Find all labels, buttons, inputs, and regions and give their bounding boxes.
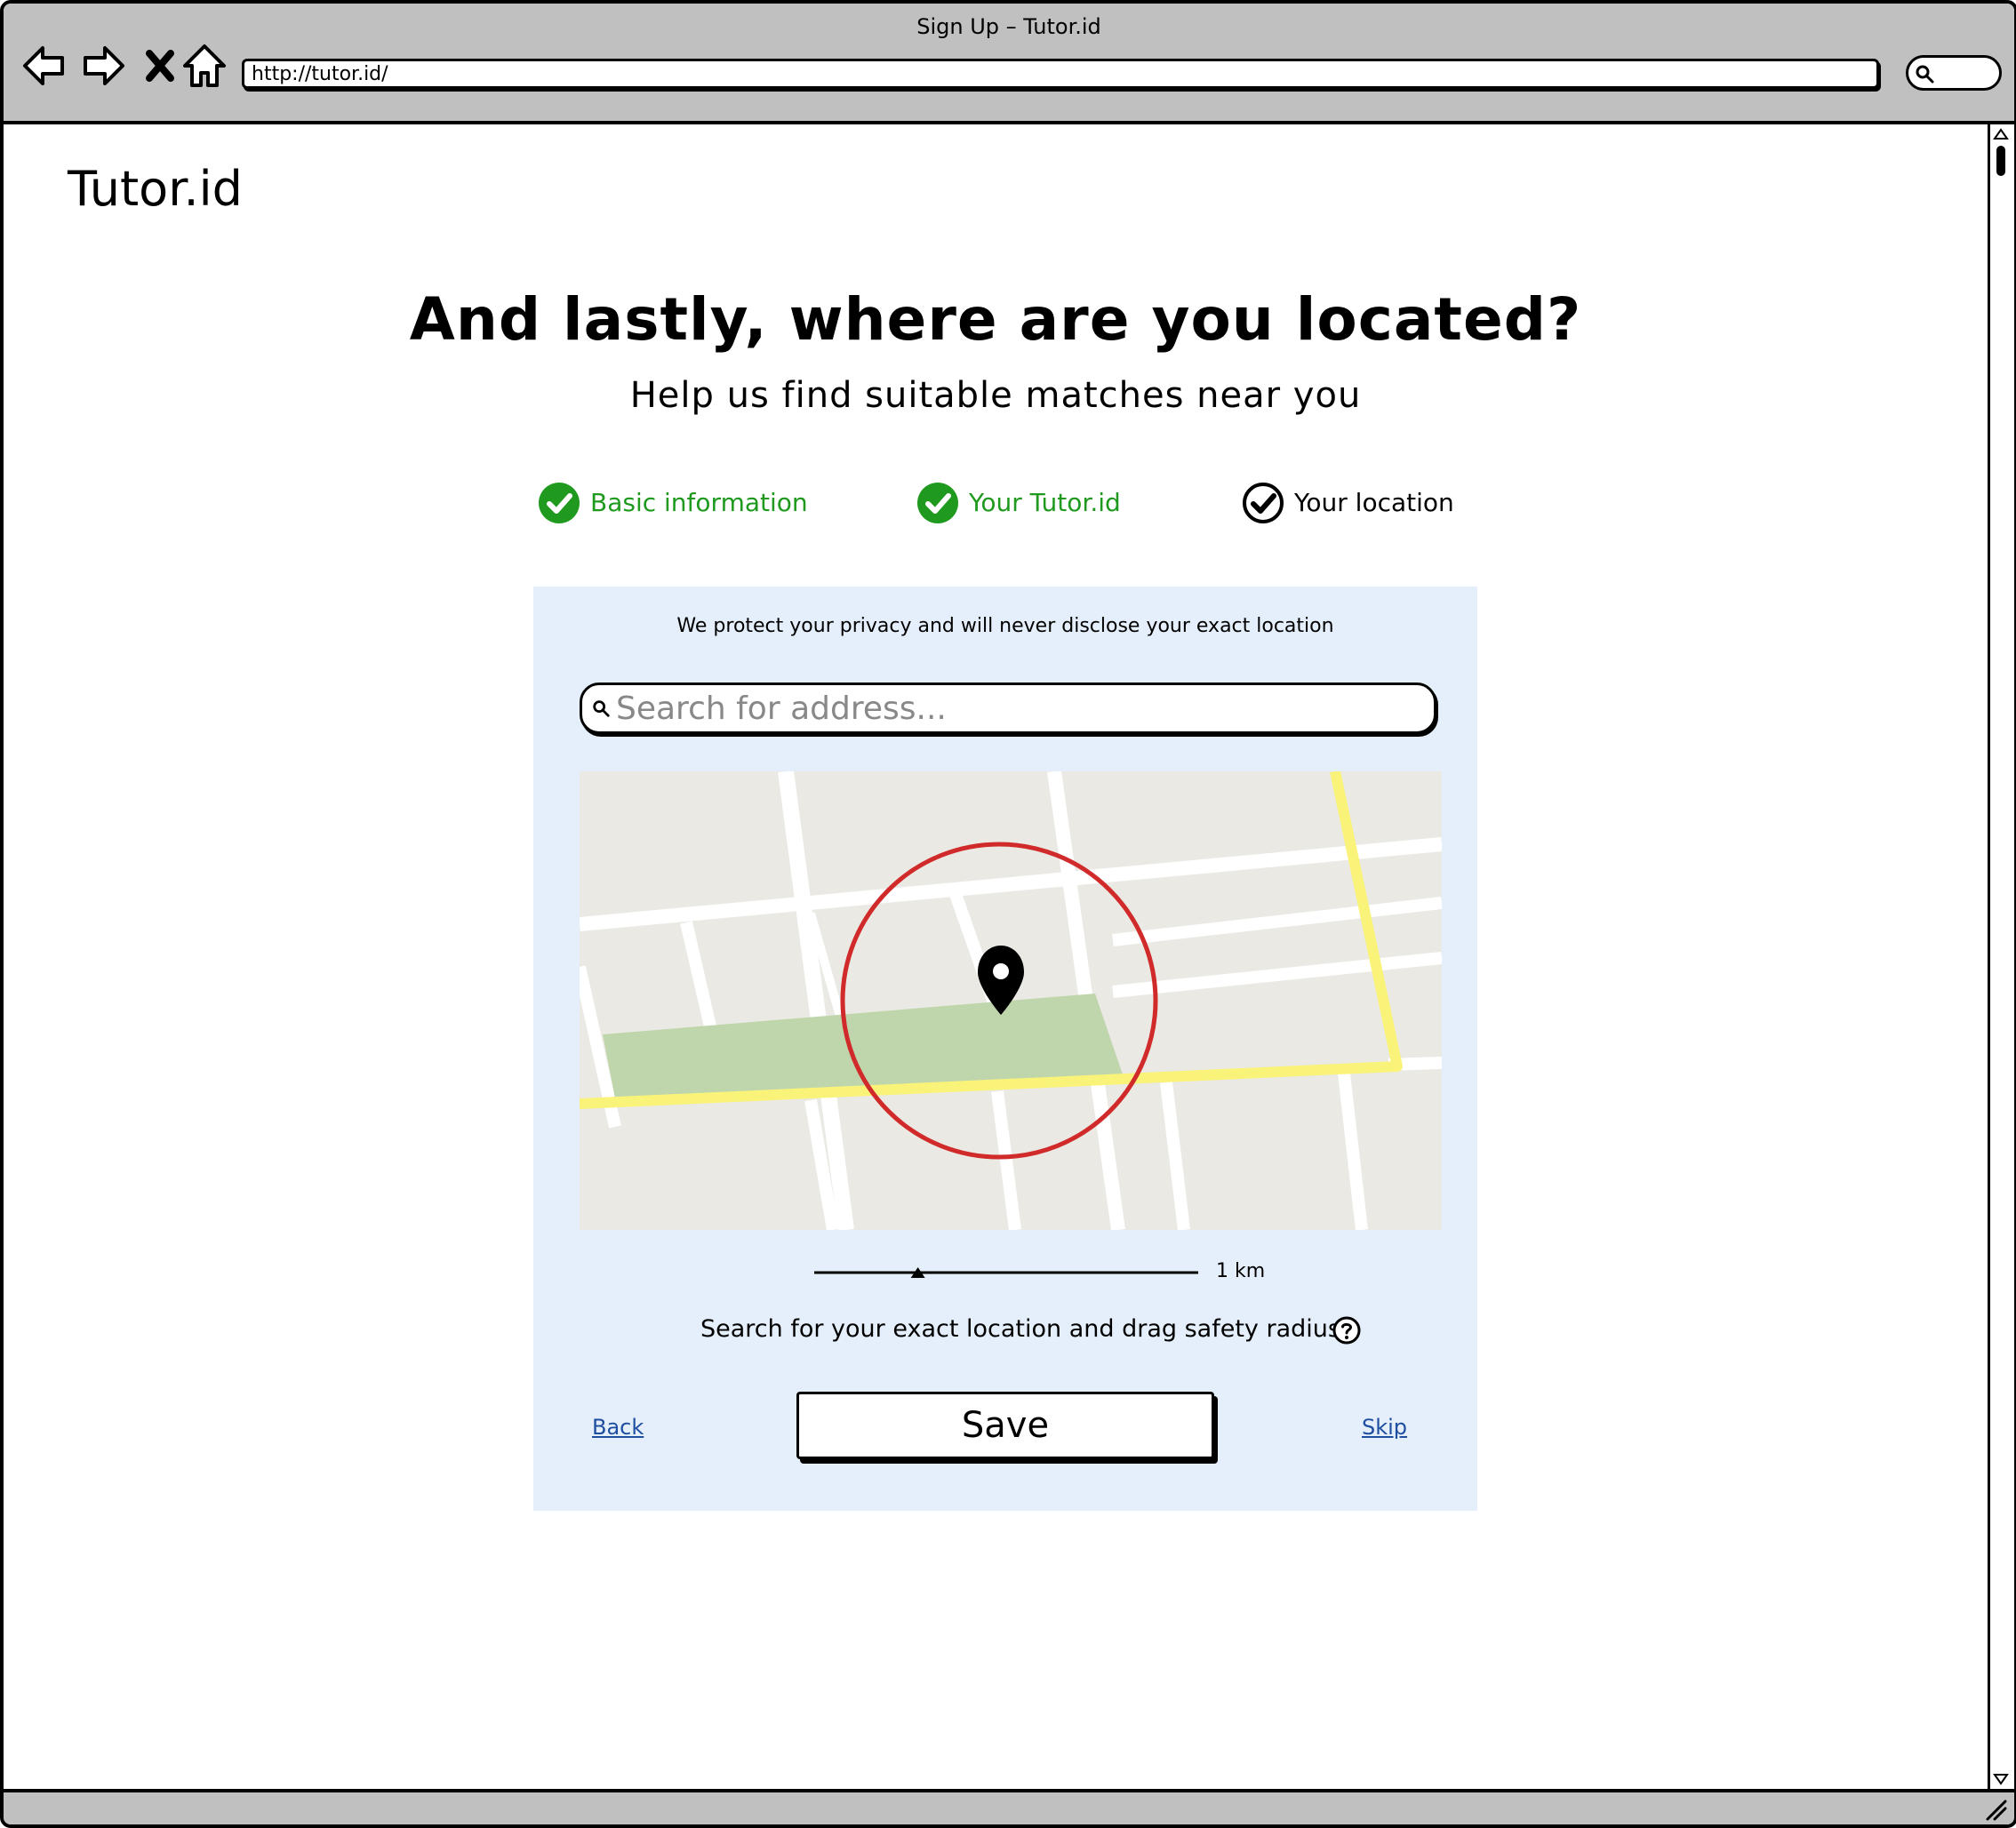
location-map[interactable] [580, 771, 1442, 1230]
page-subtitle: Help us find suitable matches near you [629, 375, 1362, 416]
browser-search-field[interactable] [1906, 55, 2002, 91]
scrollbar-thumb[interactable] [1996, 146, 2005, 176]
resize-grip-icon[interactable] [1984, 1798, 2007, 1821]
step-label: Basic information [590, 488, 808, 517]
save-button[interactable]: Save [796, 1392, 1214, 1459]
step-basic-information: Basic information [537, 480, 808, 526]
home-icon[interactable] [180, 41, 229, 91]
privacy-note: We protect your privacy and will never d… [676, 615, 1334, 637]
brand-logo[interactable]: Tutor.id [68, 158, 243, 220]
browser-toolbar: Sign Up – Tutor.id http://tutor.id/ [4, 4, 2014, 124]
url-bar[interactable]: http://tutor.id/ [242, 59, 1879, 89]
back-arrow-icon[interactable] [20, 41, 69, 91]
status-bar [4, 1789, 2014, 1824]
url-text: http://tutor.id/ [252, 63, 388, 85]
help-icon[interactable] [1332, 1315, 1362, 1345]
check-circle-icon [539, 483, 580, 523]
skip-link[interactable]: Skip [1362, 1413, 1407, 1441]
instruction-text: Search for your exact location and drag … [700, 1315, 1340, 1343]
scroll-up-icon[interactable] [1993, 128, 2009, 140]
scrollbar[interactable] [1988, 124, 2011, 1789]
radius-value: 1 km [1216, 1260, 1266, 1282]
forward-arrow-icon[interactable] [78, 41, 128, 91]
page-title: And lastly, where are you located? [409, 285, 1582, 354]
check-circle-icon [917, 483, 958, 523]
browser-window: Sign Up – Tutor.id http://tutor.id/ Tuto… [0, 0, 2016, 1828]
step-label: Your Tutor.id [969, 488, 1121, 517]
radius-slider[interactable] [812, 1260, 1200, 1285]
address-search-box[interactable] [580, 683, 1436, 734]
stop-icon[interactable] [135, 41, 185, 91]
check-circle-outline-icon [1243, 483, 1284, 523]
window-title: Sign Up – Tutor.id [916, 14, 1101, 39]
location-card: We protect your privacy and will never d… [533, 587, 1477, 1511]
search-icon [593, 700, 610, 717]
step-your-tutorid: Your Tutor.id [916, 480, 1121, 526]
step-label: Your location [1294, 488, 1454, 517]
search-icon [1916, 65, 1934, 84]
address-search-input[interactable] [616, 687, 1416, 730]
scroll-down-icon[interactable] [1993, 1773, 2009, 1785]
back-link[interactable]: Back [592, 1413, 644, 1441]
step-your-location: Your location [1241, 480, 1454, 526]
